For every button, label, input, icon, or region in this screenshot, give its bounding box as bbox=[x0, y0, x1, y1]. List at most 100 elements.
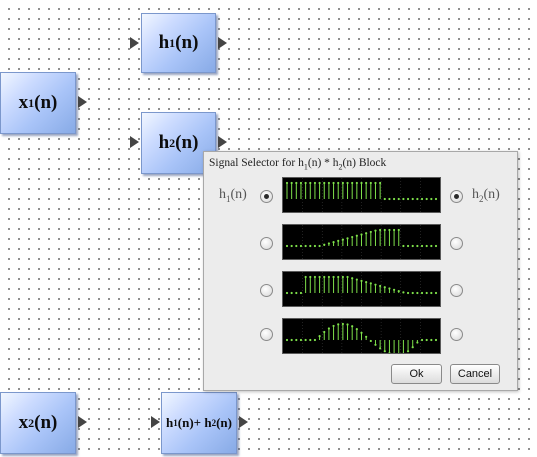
stem-marker bbox=[309, 338, 312, 342]
stem-marker bbox=[369, 230, 372, 234]
stem-marker bbox=[365, 181, 368, 185]
h1-label-base: h bbox=[219, 187, 226, 202]
signal-plot-3[interactable] bbox=[282, 271, 441, 307]
x1-block[interactable]: x 1 (n) bbox=[0, 72, 76, 134]
stem-marker bbox=[332, 181, 335, 185]
stem-marker bbox=[383, 350, 386, 353]
stem-marker bbox=[309, 244, 312, 248]
x2-block[interactable]: x 2 (n) bbox=[0, 392, 76, 454]
stem-marker bbox=[365, 335, 368, 338]
stem-marker bbox=[379, 284, 382, 288]
stem-marker bbox=[411, 346, 414, 349]
stem-marker bbox=[430, 291, 433, 295]
x1-output-arrow bbox=[78, 96, 87, 108]
ok-button[interactable]: Ok bbox=[391, 364, 442, 384]
stem-marker bbox=[355, 328, 358, 331]
h1-block-base: h bbox=[158, 32, 170, 53]
stem-marker bbox=[332, 241, 335, 244]
stem-marker bbox=[290, 244, 293, 248]
stem-marker bbox=[285, 181, 289, 185]
stem-marker bbox=[434, 291, 438, 295]
stem-marker bbox=[420, 244, 424, 248]
stem-marker bbox=[411, 291, 414, 295]
stem-marker bbox=[341, 322, 344, 326]
dialog-title-pre: Signal Selector for h bbox=[209, 157, 304, 169]
h1-radio-signal-1[interactable] bbox=[260, 190, 273, 203]
stem-marker bbox=[365, 232, 368, 235]
h1-column-label: h1(n) bbox=[219, 187, 247, 204]
stem-marker bbox=[304, 181, 307, 185]
h2-column-label: h2(n) bbox=[472, 187, 500, 204]
sum-block-mid: (n)+ h bbox=[177, 415, 212, 430]
stem-marker bbox=[318, 335, 321, 338]
stem-marker bbox=[351, 325, 354, 328]
stem-marker bbox=[346, 275, 349, 279]
cancel-button[interactable]: Cancel bbox=[450, 364, 500, 384]
h1-output-arrow bbox=[218, 37, 227, 49]
h1-radio-signal-4[interactable] bbox=[260, 328, 273, 341]
stem-marker bbox=[411, 197, 414, 201]
stem-marker bbox=[430, 338, 433, 342]
stem-marker bbox=[406, 244, 410, 248]
stem-marker bbox=[392, 288, 396, 291]
stem-marker bbox=[351, 181, 354, 185]
signal-plot-4[interactable] bbox=[282, 318, 441, 354]
h1-block-suffix: (n) bbox=[175, 32, 199, 53]
x1-block-base: x bbox=[18, 92, 29, 113]
stem-marker bbox=[341, 181, 344, 185]
stem-marker bbox=[290, 291, 293, 295]
stem-marker bbox=[337, 323, 340, 326]
stem-marker bbox=[411, 244, 414, 248]
stem-marker bbox=[434, 197, 438, 201]
stem-marker bbox=[309, 181, 312, 185]
stem-marker bbox=[416, 291, 419, 295]
signal-plot-1-svg bbox=[285, 178, 438, 212]
sum-input-arrow bbox=[151, 416, 160, 428]
h2-radio-signal-1[interactable] bbox=[450, 190, 463, 203]
stem-marker bbox=[374, 229, 377, 232]
stem-marker bbox=[360, 233, 363, 236]
stem-marker bbox=[374, 181, 377, 185]
x2-block-base: x bbox=[18, 412, 29, 433]
stem-marker bbox=[299, 244, 303, 248]
signal-plot-1[interactable] bbox=[282, 177, 441, 213]
stem-marker bbox=[388, 228, 391, 232]
radio-dot bbox=[264, 194, 269, 199]
h2-label-base: h bbox=[472, 187, 479, 202]
h2-radio-signal-4[interactable] bbox=[450, 328, 463, 341]
h1-radio-signal-3[interactable] bbox=[260, 284, 273, 297]
stem-marker bbox=[323, 275, 326, 279]
h2-radio-signal-2[interactable] bbox=[450, 237, 463, 250]
stem-marker bbox=[374, 343, 377, 346]
stem-marker bbox=[313, 275, 317, 279]
stem-marker bbox=[290, 338, 293, 342]
stem-marker bbox=[355, 278, 358, 281]
stem-marker bbox=[337, 181, 340, 185]
stem-marker bbox=[332, 275, 335, 279]
stem-marker bbox=[323, 181, 326, 185]
stem-marker bbox=[285, 291, 289, 295]
sum-block-a: h bbox=[166, 415, 174, 430]
signal-plot-2[interactable] bbox=[282, 224, 441, 260]
stem-marker bbox=[304, 244, 307, 248]
stem-marker bbox=[327, 181, 331, 185]
stem-marker bbox=[323, 243, 326, 246]
h1-block[interactable]: h 1 (n) bbox=[141, 13, 216, 73]
h2-radio-signal-3[interactable] bbox=[450, 284, 463, 297]
stem-marker bbox=[318, 181, 321, 185]
stem-marker bbox=[383, 197, 386, 201]
h1-plus-h2-block[interactable]: h 1 (n)+ h 2 (n) bbox=[161, 392, 237, 454]
stem-marker bbox=[402, 197, 405, 201]
stem-marker bbox=[420, 197, 424, 201]
stem-marker bbox=[369, 282, 372, 285]
stem-marker bbox=[299, 338, 303, 342]
h1-radio-signal-2[interactable] bbox=[260, 237, 273, 250]
dialog-title-post: (n) Block bbox=[342, 157, 387, 169]
stem-marker bbox=[402, 244, 405, 248]
stem-marker bbox=[304, 338, 307, 342]
signal-plot-2-svg bbox=[285, 225, 438, 259]
stem-marker bbox=[397, 228, 400, 232]
stem-marker bbox=[285, 338, 289, 342]
stem-marker bbox=[341, 275, 344, 279]
stem-marker bbox=[355, 181, 358, 185]
